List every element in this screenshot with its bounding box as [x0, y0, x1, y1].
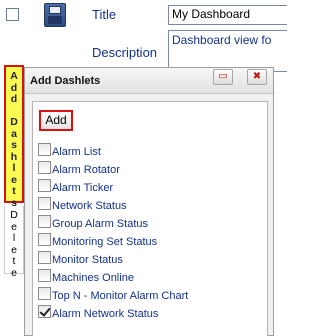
dashlet-item[interactable]: Top N - Monitor Alarm Chart: [38, 284, 188, 302]
close-icon[interactable]: ✖: [247, 69, 267, 85]
panel-header: Add Dashlets ▭ ✖: [25, 68, 273, 94]
dashlet-checkbox[interactable]: [38, 287, 51, 300]
panel-title: Add Dashlets: [30, 75, 101, 87]
save-icon[interactable]: [44, 3, 66, 27]
dashlet-item[interactable]: Monitor Status: [38, 248, 123, 266]
dashlet-item[interactable]: Alarm Rotator: [38, 158, 120, 176]
restore-icon[interactable]: ▭: [213, 69, 233, 85]
dashlet-item[interactable]: Group Alarm Status: [38, 212, 148, 230]
dashlet-item[interactable]: Machines Online: [38, 266, 134, 284]
dashlet-label: Alarm Network Status: [52, 308, 159, 320]
dashlet-item[interactable]: Alarm Ticker: [38, 176, 113, 194]
dashlet-checkbox[interactable]: [38, 179, 51, 192]
dashlet-checkbox[interactable]: [38, 215, 51, 228]
dashlet-item[interactable]: Alarm Network Status: [38, 302, 158, 320]
dashlet-label: Alarm Ticker: [52, 182, 114, 194]
dashlet-label: Alarm Rotator: [52, 164, 120, 176]
dashlet-item[interactable]: Alarm List: [38, 140, 101, 158]
dashlet-checkbox[interactable]: [38, 251, 51, 264]
dashlet-label: Monitor Status: [52, 254, 123, 266]
dashlet-checkbox-checked[interactable]: [38, 305, 51, 318]
dashlet-checkbox[interactable]: [38, 143, 51, 156]
dashlet-label: Network Status: [52, 200, 127, 212]
dashlet-list: Add Alarm List Alarm Rotator Alarm Ticke…: [32, 101, 268, 336]
dashlet-checkbox[interactable]: [38, 197, 51, 210]
dashlet-checkbox[interactable]: [38, 233, 51, 246]
dashlet-item[interactable]: Network Status: [38, 194, 127, 212]
add-button[interactable]: Add: [39, 110, 73, 131]
save-icon-shutter: [49, 6, 61, 14]
save-icon-label: [48, 16, 62, 24]
dashboard-editor: Title My Dashboard Description Dashboard…: [0, 0, 287, 336]
add-dashlets-panel: Add Dashlets ▭ ✖ Add Alarm List Alarm Ro…: [24, 67, 274, 336]
dashlet-label: Monitoring Set Status: [52, 236, 158, 248]
select-checkbox[interactable]: [6, 8, 19, 21]
dashlet-label: Machines Online: [52, 272, 134, 284]
tab-add-dashlets[interactable]: A d d D a s h l e t s: [4, 65, 24, 208]
dashlet-label: Alarm List: [52, 146, 101, 158]
dashlet-label: Top N - Monitor Alarm Chart: [52, 290, 189, 302]
description-input[interactable]: Dashboard view fo: [168, 30, 287, 72]
dashlet-item[interactable]: Monitoring Set Status: [38, 230, 157, 248]
dashlet-checkbox[interactable]: [38, 161, 51, 174]
title-input[interactable]: My Dashboard: [168, 5, 287, 25]
description-label: Description: [92, 45, 158, 60]
dashlet-checkbox[interactable]: [38, 269, 51, 282]
title-label: Title: [92, 7, 117, 22]
tab-delete[interactable]: D e l e t e: [4, 206, 24, 278]
dashlet-label: Group Alarm Status: [52, 218, 148, 230]
